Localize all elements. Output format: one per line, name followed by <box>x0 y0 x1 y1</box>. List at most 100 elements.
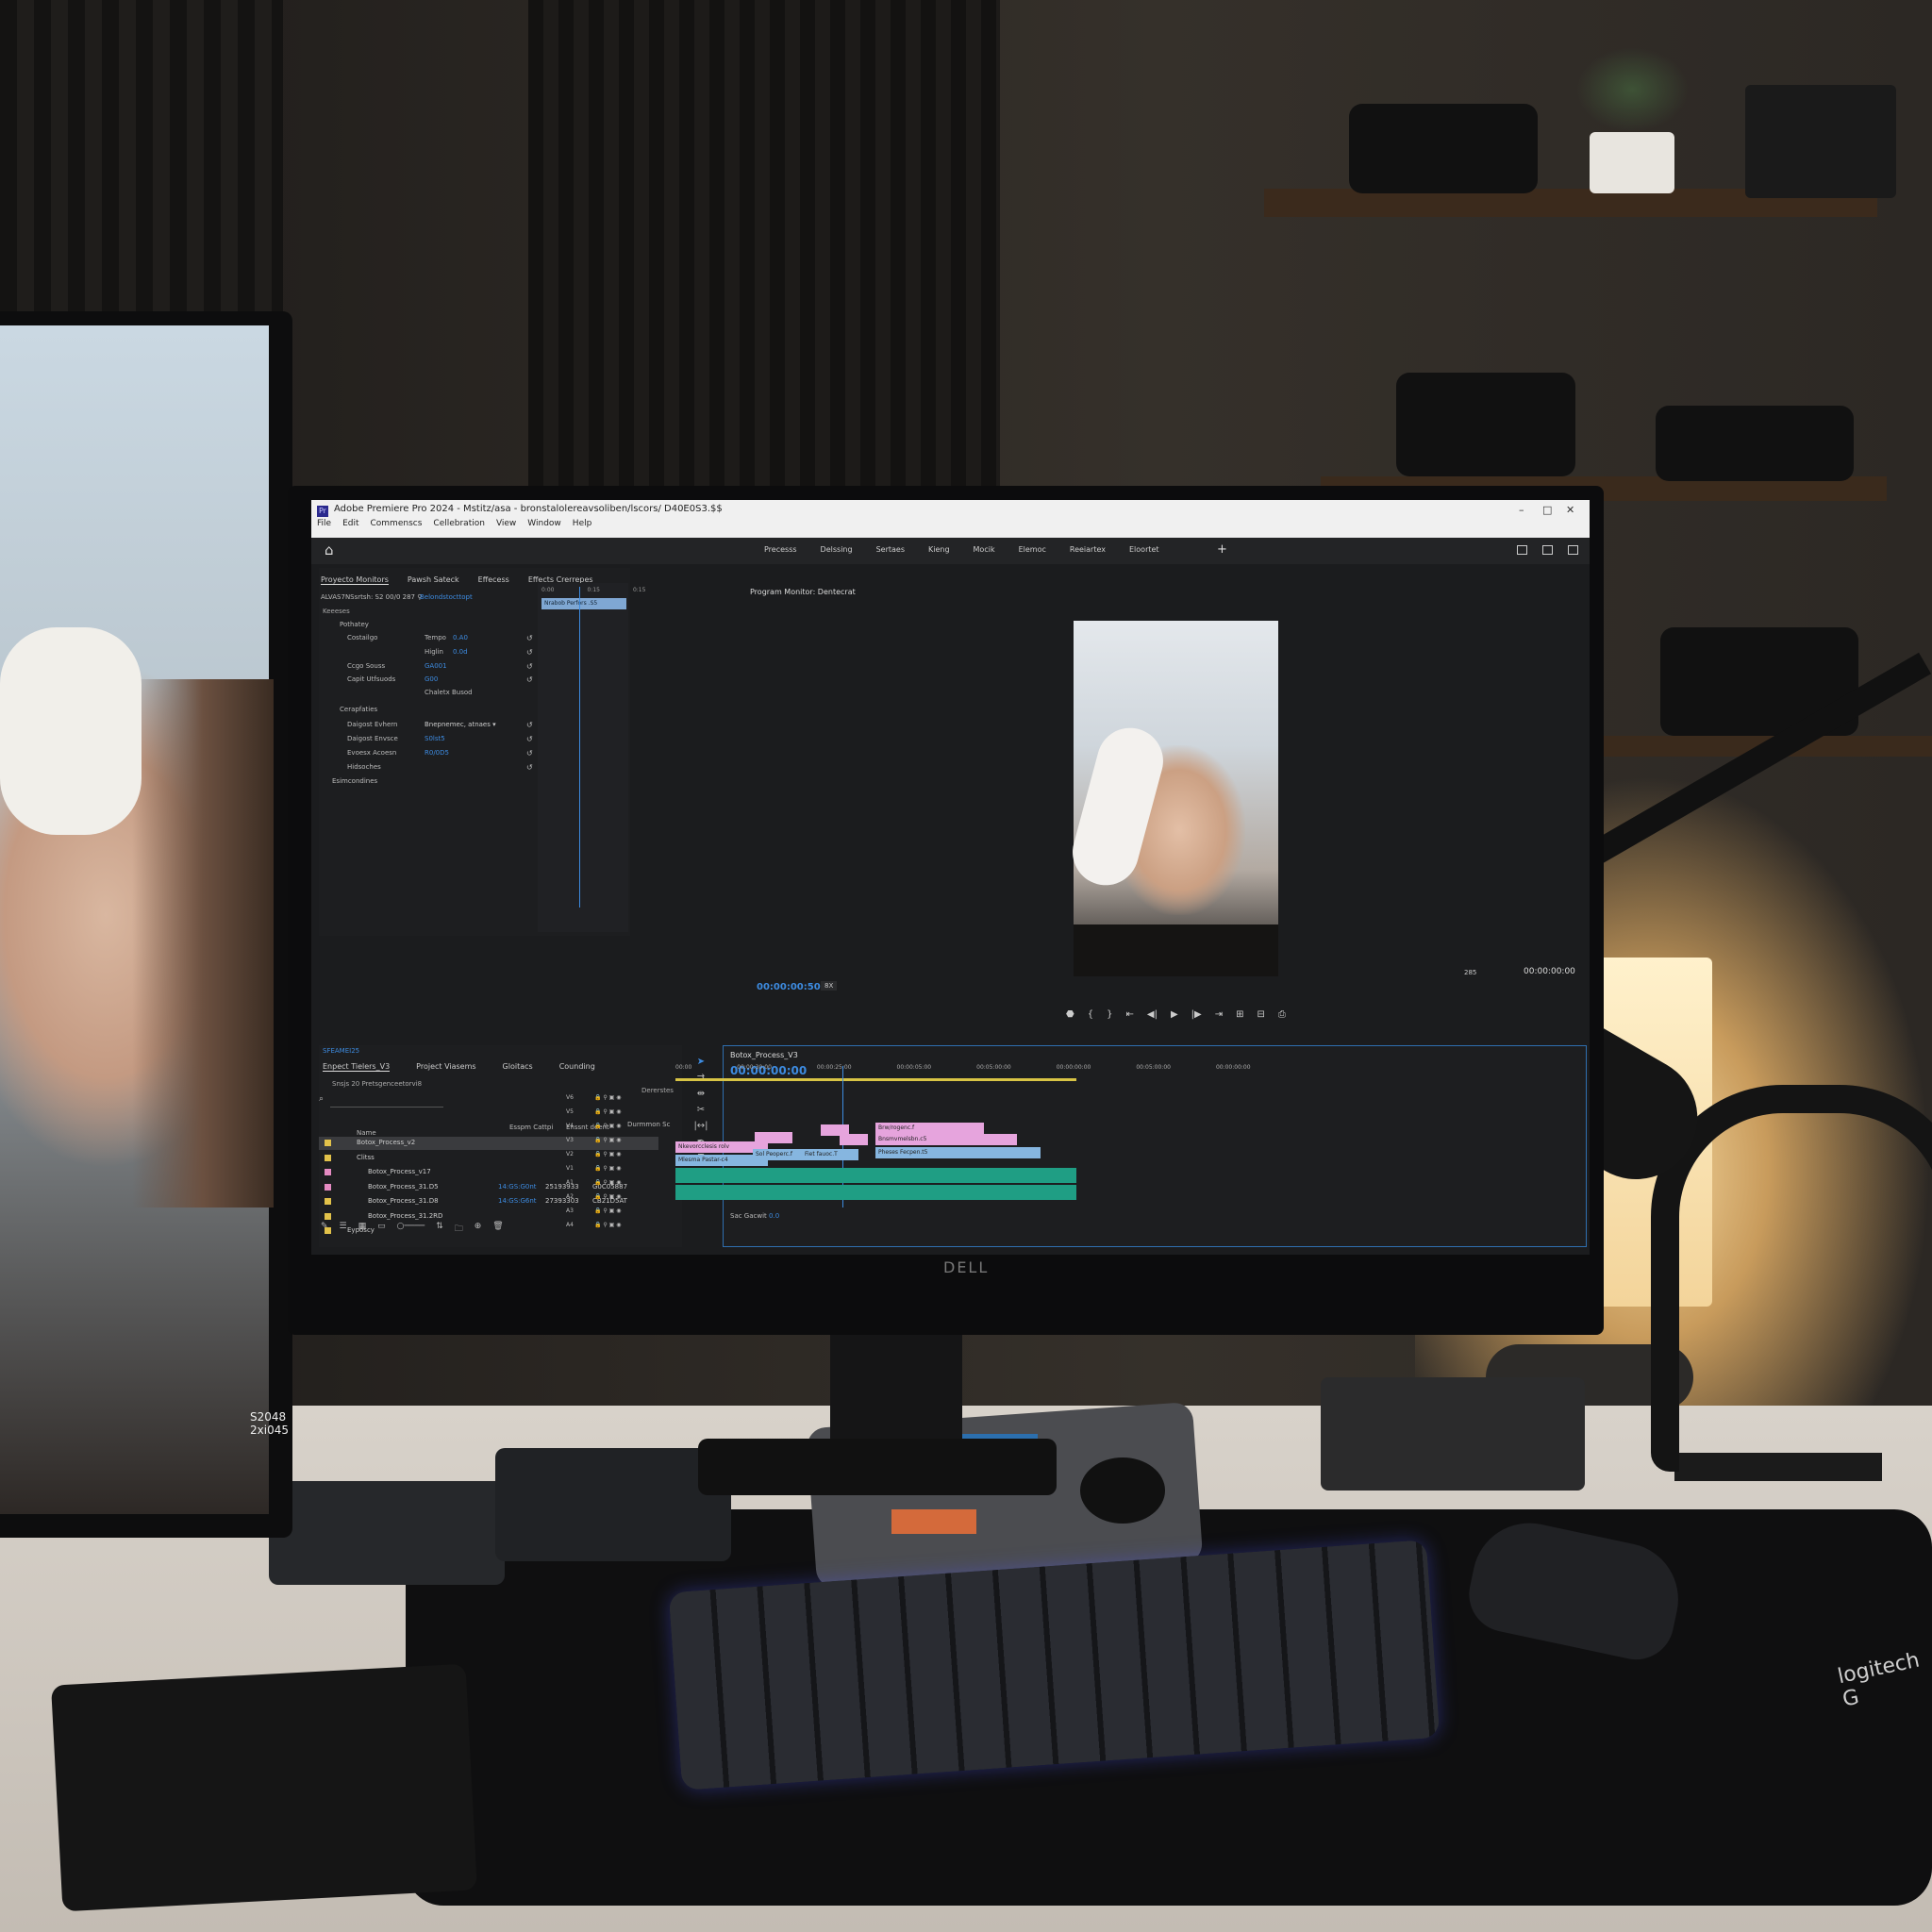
reset-icon[interactable]: ↺ <box>526 662 533 671</box>
workspace-tab[interactable]: Mocik <box>974 545 995 554</box>
reset-icon[interactable]: ↺ <box>526 763 533 772</box>
slip-tool-icon[interactable]: |↔| <box>693 1121 708 1131</box>
workspace-tab[interactable]: Delssing <box>821 545 853 554</box>
track-toggle-icons[interactable]: 🔒 ⚲ ▣ ◉ <box>594 1151 622 1158</box>
track-header[interactable]: V4 <box>566 1123 574 1129</box>
tab-libraries[interactable]: Gloitacs <box>503 1062 533 1072</box>
play-icon[interactable]: ▶ <box>1171 1009 1178 1020</box>
track-header[interactable]: A4 <box>566 1222 574 1228</box>
track-header[interactable]: V5 <box>566 1108 574 1115</box>
step-forward-icon[interactable]: |▶ <box>1191 1009 1202 1020</box>
track-header[interactable]: V1 <box>566 1165 574 1172</box>
minimize-button[interactable]: – <box>1519 504 1524 516</box>
reset-icon[interactable]: ↺ <box>526 675 533 684</box>
track-toggle-icons[interactable]: 🔒 ⚲ ▣ ◉ <box>594 1193 622 1200</box>
home-icon[interactable]: ⌂ <box>325 541 334 558</box>
add-workspace-button[interactable]: + <box>1217 542 1227 557</box>
tab-media-browser[interactable]: Project Viasems <box>416 1062 475 1072</box>
timeline-ruler[interactable]: 00:00 00:00:30:00 00:00:25:00 00:00:05:00 00… <box>675 1064 1251 1071</box>
workspace-tab[interactable]: Kieng <box>928 545 950 554</box>
timeline-clip[interactable]: Fiet fauoc.T <box>802 1149 858 1160</box>
tab-effect-controls[interactable]: Proyecto Monitors <box>321 575 389 585</box>
track-toggle-icons[interactable]: 🔒 ⚲ ▣ ◉ <box>594 1165 622 1172</box>
reset-icon[interactable]: ↺ <box>526 749 533 758</box>
label-color-swatch[interactable] <box>325 1198 331 1205</box>
jog-wheel[interactable] <box>1080 1457 1165 1524</box>
tab-info[interactable]: Counding <box>559 1062 595 1072</box>
zoom-select[interactable]: 8X <box>821 981 838 991</box>
effect-value[interactable]: G00 <box>425 675 438 683</box>
resolution-select[interactable]: 285 <box>1464 969 1476 976</box>
effect-value[interactable]: GA001 <box>425 662 447 670</box>
reset-icon[interactable]: ↺ <box>526 735 533 743</box>
menu-edit[interactable]: Edit <box>342 519 358 528</box>
timeline-clip[interactable]: Pheses Fecpen.t5 <box>875 1147 1041 1158</box>
master-value[interactable]: 0.0 <box>769 1212 779 1220</box>
clip-link[interactable]: Belondstocttopt <box>420 593 473 601</box>
maximize-button[interactable]: □ <box>1542 504 1552 516</box>
full-screen-icon[interactable] <box>1568 545 1578 555</box>
quick-export-icon[interactable] <box>1517 545 1527 555</box>
effect-group[interactable]: Cerapfaties <box>340 706 377 713</box>
close-button[interactable]: ✕ <box>1566 504 1574 516</box>
track-toggle-icons[interactable]: 🔒 ⚲ ▣ ◉ <box>594 1137 622 1143</box>
tab-project[interactable]: Enpect Tielers_V3 <box>323 1062 391 1072</box>
mark-in-icon[interactable]: { <box>1088 1009 1093 1020</box>
label-color-swatch[interactable] <box>325 1212 331 1220</box>
step-back-icon[interactable]: ◀| <box>1147 1009 1158 1020</box>
timeline-clip[interactable]: Sol Peoperc.f <box>753 1149 809 1160</box>
effect-value[interactable]: 0.0d <box>453 648 468 656</box>
effect-value[interactable]: R0/0D5 <box>425 749 449 757</box>
insert-icon[interactable]: ⊞ <box>1236 1009 1243 1020</box>
track-header[interactable]: V6 <box>566 1094 574 1101</box>
track-header[interactable]: V3 <box>566 1137 574 1143</box>
tab-effects[interactable]: Effecess <box>478 575 509 585</box>
effect-group[interactable]: Esimcondines <box>332 777 377 785</box>
workspace-tab-active[interactable]: Sertaes <box>876 545 905 554</box>
track-header[interactable]: V2 <box>566 1151 574 1158</box>
effect-checkbox-label[interactable]: Chaletx Busod <box>425 689 473 696</box>
workspace-menu-icon[interactable] <box>1542 545 1553 555</box>
menu-window[interactable]: Window <box>527 519 561 528</box>
menu-file[interactable]: File <box>317 519 331 528</box>
project-search-input[interactable] <box>330 1097 443 1108</box>
reset-icon[interactable]: ↺ <box>526 721 533 729</box>
effect-value[interactable]: 0.A0 <box>453 634 468 641</box>
label-color-swatch[interactable] <box>325 1169 331 1175</box>
go-to-in-icon[interactable]: ⇤ <box>1125 1009 1133 1020</box>
track-toggle-icons[interactable]: 🔒 ⚲ ▣ ◉ <box>594 1222 622 1228</box>
track-header[interactable]: A2 <box>566 1193 574 1200</box>
label-color-swatch[interactable] <box>325 1227 331 1234</box>
track-header[interactable]: A1 <box>566 1179 574 1186</box>
column-header[interactable]: Durmmon Sc <box>627 1121 670 1128</box>
timeline-clip[interactable]: Bnsmvmelsbn.c5 <box>875 1134 1017 1145</box>
razor-icon[interactable]: ✂ <box>697 1105 705 1115</box>
marker-icon[interactable]: ⬣ <box>1066 1009 1074 1020</box>
track-toggle-icons[interactable]: 🔒 ⚲ ▣ ◉ <box>594 1179 622 1186</box>
audio-clip[interactable] <box>675 1185 1076 1200</box>
effect-clip-bar[interactable]: Nrabob Perfors .S5 <box>541 598 626 609</box>
workspace-tab[interactable]: Reeiartex <box>1070 545 1106 554</box>
overwrite-icon[interactable]: ⊟ <box>1257 1009 1264 1020</box>
track-toggle-icons[interactable]: 🔒 ⚲ ▣ ◉ <box>594 1208 622 1214</box>
export-frame-icon[interactable]: ⎙ <box>1278 1009 1286 1020</box>
effect-dropdown[interactable]: Bnepnemec, atnaes ▾ <box>425 721 496 728</box>
playhead-timecode[interactable]: 00:00:00:50 <box>757 982 821 992</box>
track-toggle-icons[interactable]: 🔒 ⚲ ▣ ◉ <box>594 1094 622 1101</box>
menu-view[interactable]: View <box>496 519 516 528</box>
menu-help[interactable]: Help <box>573 519 592 528</box>
reset-icon[interactable]: ↺ <box>526 648 533 657</box>
menu-item[interactable]: Commenscs <box>371 519 423 528</box>
effect-playhead[interactable] <box>579 587 580 908</box>
timeline-clip[interactable]: Brw/rogenc.f <box>875 1123 984 1134</box>
ripple-edit-icon[interactable]: ⇹ <box>697 1089 705 1099</box>
track-toggle-icons[interactable]: 🔒 ⚲ ▣ ◉ <box>594 1108 622 1115</box>
effect-value[interactable]: S0lst5 <box>425 735 445 742</box>
workspace-tab[interactable]: Precesss <box>764 545 797 554</box>
reset-icon[interactable]: ↺ <box>526 634 533 642</box>
column-header[interactable]: Esspm Cattpi <box>509 1124 553 1131</box>
mark-out-icon[interactable]: } <box>1107 1009 1112 1020</box>
go-to-out-icon[interactable]: ⇥ <box>1215 1009 1223 1020</box>
menu-item[interactable]: Cellebration <box>433 519 485 528</box>
work-area-bar[interactable] <box>675 1078 1076 1081</box>
